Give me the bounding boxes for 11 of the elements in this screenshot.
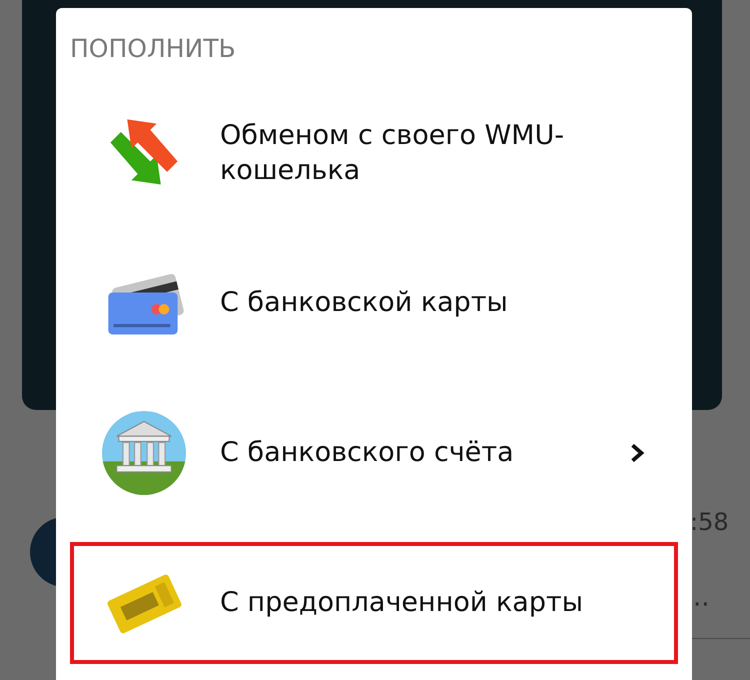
more-dots: ·· — [693, 590, 710, 620]
item-label: Обменом с своего WMU- кошелька — [220, 118, 566, 188]
menu-item[interactable]: С банковского счёта — [70, 378, 678, 528]
menu-item[interactable]: Обменом с своего WMU- кошелька — [70, 78, 678, 228]
menu-item[interactable]: С предоплаченной карты — [70, 542, 678, 664]
item-label: С банковской карты — [220, 286, 509, 320]
dialog-title: ПОПОЛНИТЬ — [69, 33, 237, 65]
message-time: :58 — [690, 508, 729, 536]
menu-item[interactable]: С банковской карты — [70, 228, 678, 378]
item-label: С предоплаченной карты — [220, 586, 584, 620]
item-label: С банковского счёта — [220, 436, 515, 470]
